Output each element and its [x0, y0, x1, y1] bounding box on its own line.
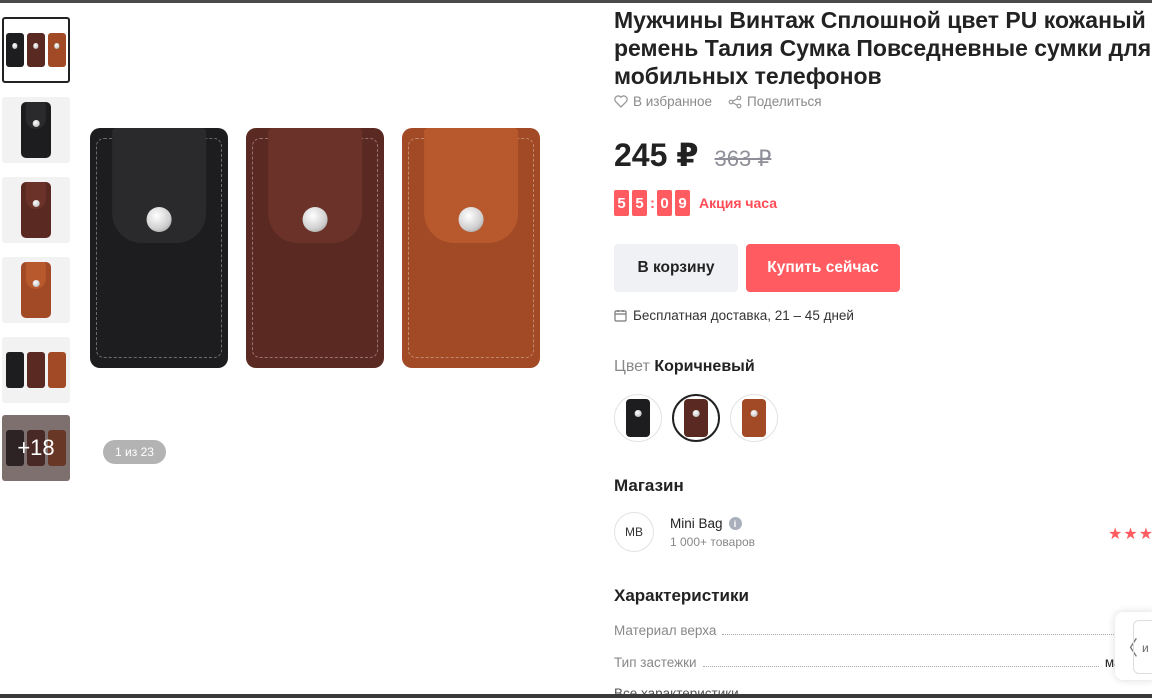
spec-row: Тип застежки магн [614, 655, 1134, 670]
thumbnail-4[interactable] [2, 257, 70, 323]
top-border [0, 0, 1152, 3]
old-price: 363 ₽ [714, 146, 772, 171]
heart-icon [614, 95, 628, 108]
spec-dots [722, 634, 1128, 635]
promo-label: Акция часа [699, 195, 778, 211]
spec-key: Материал верха [614, 623, 717, 638]
phone-case-black [90, 128, 228, 368]
favorite-link[interactable]: В избранное [614, 94, 712, 109]
product-actions: В избранное Поделиться [614, 94, 822, 109]
shop-avatar[interactable]: MB [614, 512, 654, 552]
color-swatch-black[interactable] [614, 394, 662, 442]
product-title-line-1: Мужчины Винтаж Сплошной цвет PU кожаный [614, 7, 1146, 33]
shop-name-row: Mini Bag i [670, 516, 742, 531]
timer-digit: 0 [657, 190, 672, 216]
buy-now-button[interactable]: Купить сейчас [746, 244, 900, 292]
main-product-image[interactable] [90, 128, 540, 373]
color-value: Коричневый [654, 358, 755, 375]
thumbnail-3[interactable] [2, 177, 70, 243]
timer-digit: 5 [614, 190, 629, 216]
favorite-label: В избранное [633, 94, 713, 109]
phone-case-brown [402, 128, 540, 368]
spec-dots [702, 666, 1099, 667]
thumbnail-6[interactable]: +18 [2, 415, 70, 481]
thumbnail-5[interactable] [2, 337, 70, 403]
thumbnail-2[interactable] [2, 97, 70, 163]
promo-timer: 5 5 : 0 9 Акция часа [614, 190, 777, 216]
more-images-overlay[interactable]: +18 [2, 415, 70, 481]
color-key: Цвет [614, 358, 650, 375]
calendar-icon [614, 310, 627, 322]
share-link[interactable]: Поделиться [728, 94, 822, 109]
shop-rating-stars: ★★★ [1108, 526, 1152, 543]
image-counter: 1 из 23 [103, 440, 166, 464]
color-swatch-dark-brown[interactable] [672, 394, 720, 442]
timer-digit: 5 [632, 190, 647, 216]
shop-card[interactable]: MB Mini Bag i 1 000+ товаров ★★★ [614, 512, 1152, 554]
product-title-line-2: ремень Талия Сумка Повседневные сумки дл… [614, 35, 1152, 61]
info-icon[interactable]: i [728, 517, 742, 530]
timer-digit: 9 [675, 190, 690, 216]
color-swatch-brown[interactable] [730, 394, 778, 442]
spec-row: Материал верха [614, 623, 1134, 638]
product-title-line-3: мобильных телефонов [614, 63, 882, 89]
delivery-info: Бесплатная доставка, 21 – 45 дней [614, 308, 854, 323]
shop-section-title: Магазин [614, 476, 684, 495]
share-icon [728, 95, 742, 108]
price-block: 245 ₽ 363 ₽ [614, 136, 771, 174]
bottom-border [0, 694, 1152, 698]
shop-product-count: 1 000+ товаров [670, 535, 756, 549]
delivery-text: Бесплатная доставка, 21 – 45 дней [633, 308, 854, 323]
specs-section-title: Характеристики [614, 586, 749, 605]
side-widget-text: и [1142, 641, 1149, 655]
spec-key: Тип застежки [614, 655, 697, 670]
phone-case-dark-brown [246, 128, 384, 368]
color-swatches [614, 394, 778, 442]
shop-name[interactable]: Mini Bag [670, 516, 723, 531]
product-title: Мужчины Винтаж Сплошной цвет PU кожаный … [614, 6, 1152, 90]
side-widget-panel: и [1133, 620, 1152, 674]
thumbnail-1[interactable] [2, 17, 70, 83]
color-label: Цвет Коричневый [614, 358, 755, 376]
add-to-cart-button[interactable]: В корзину [614, 244, 738, 292]
share-label: Поделиться [747, 94, 822, 109]
side-widget[interactable]: 〈 и [1115, 612, 1152, 680]
timer-separator: : [650, 194, 655, 212]
current-price: 245 ₽ [614, 137, 699, 173]
